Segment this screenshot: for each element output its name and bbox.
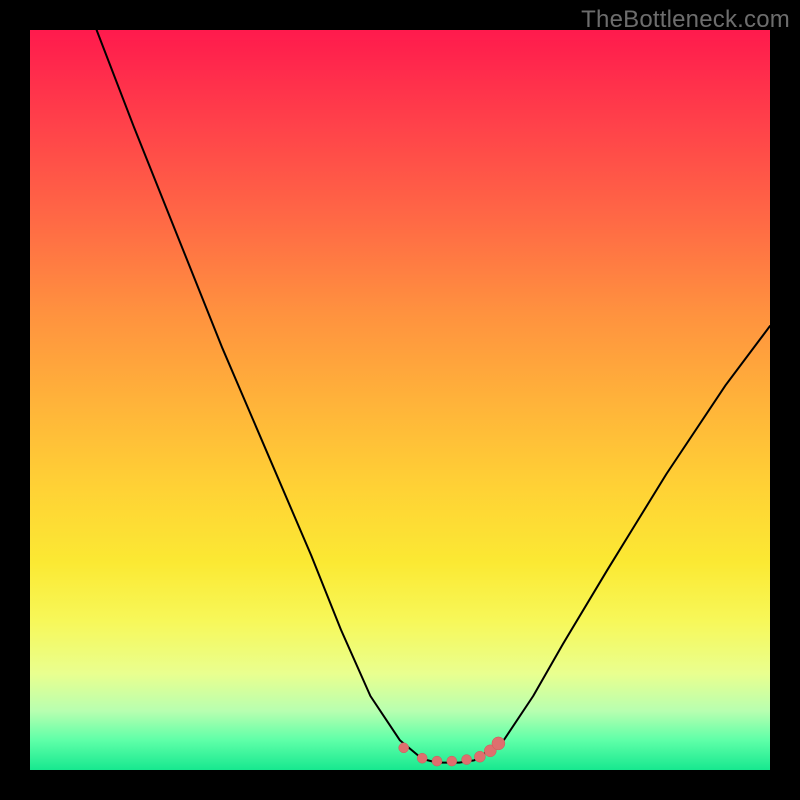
chart-svg [30, 30, 770, 770]
plot-area [30, 30, 770, 770]
curve-marker [417, 753, 427, 763]
curve-marker [462, 755, 472, 765]
image-frame: TheBottleneck.com [0, 0, 800, 800]
bottleneck-curve [97, 30, 770, 763]
curve-marker [432, 756, 442, 766]
watermark-text: TheBottleneck.com [581, 6, 790, 34]
curve-marker [474, 751, 485, 762]
curve-marker [399, 743, 409, 753]
curve-marker [492, 737, 505, 750]
curve-marker [447, 756, 457, 766]
